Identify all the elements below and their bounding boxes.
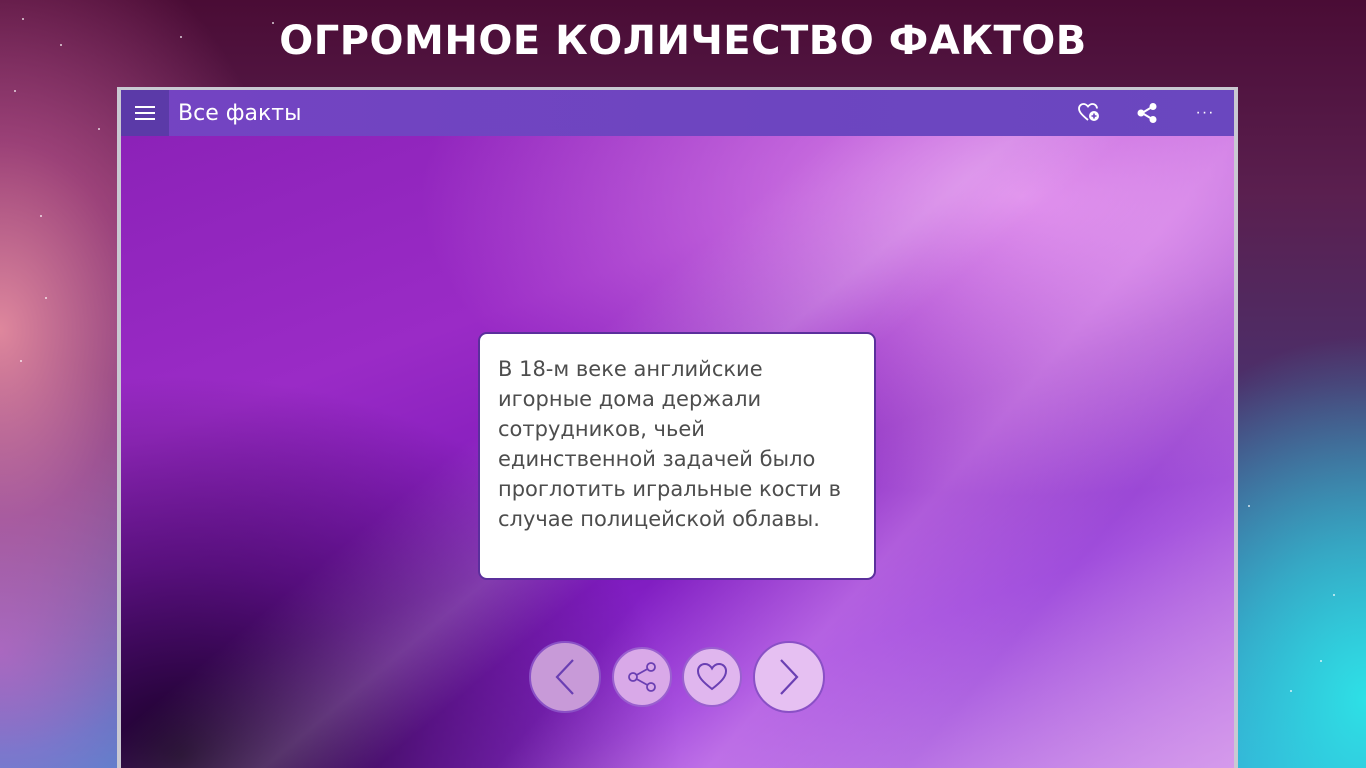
fact-viewer: В 18-м веке английские игорные дома держ… [121, 136, 1234, 768]
page-title: Все факты [178, 100, 302, 126]
heart-plus-icon [1078, 103, 1099, 121]
share-fact-button[interactable] [612, 647, 672, 707]
chevron-left-icon [555, 659, 574, 695]
star [1333, 594, 1335, 596]
heart-icon [696, 662, 728, 691]
hamburger-menu-button[interactable] [121, 90, 169, 136]
hamburger-icon [135, 112, 155, 114]
star [1248, 505, 1250, 507]
star [1290, 690, 1292, 692]
promo-headline: ОГРОМНОЕ КОЛИЧЕСТВО ФАКТОВ [279, 18, 1087, 64]
like-fact-button[interactable] [682, 647, 742, 707]
star [98, 128, 100, 130]
previous-fact-button[interactable] [529, 641, 601, 713]
share-button[interactable] [1118, 90, 1176, 136]
next-fact-button[interactable] [753, 641, 825, 713]
fact-text: В 18-м веке английские игорные дома держ… [498, 357, 841, 531]
more-icon: ··· [1195, 104, 1215, 121]
app-window: Все факты ··· В 18-м веке английские иго… [117, 87, 1238, 768]
star [14, 90, 16, 92]
share-icon [1137, 103, 1157, 123]
star [20, 360, 22, 362]
share-icon [628, 662, 656, 692]
chevron-right-icon [780, 659, 799, 695]
app-titlebar: Все факты ··· [121, 90, 1234, 136]
star [45, 297, 47, 299]
star [40, 215, 42, 217]
more-options-button[interactable]: ··· [1176, 90, 1234, 136]
fact-card: В 18-м веке английские игорные дома держ… [478, 332, 876, 580]
star [1320, 660, 1322, 662]
toolbar-actions: ··· [1060, 90, 1234, 136]
add-favorite-button[interactable] [1060, 90, 1118, 136]
